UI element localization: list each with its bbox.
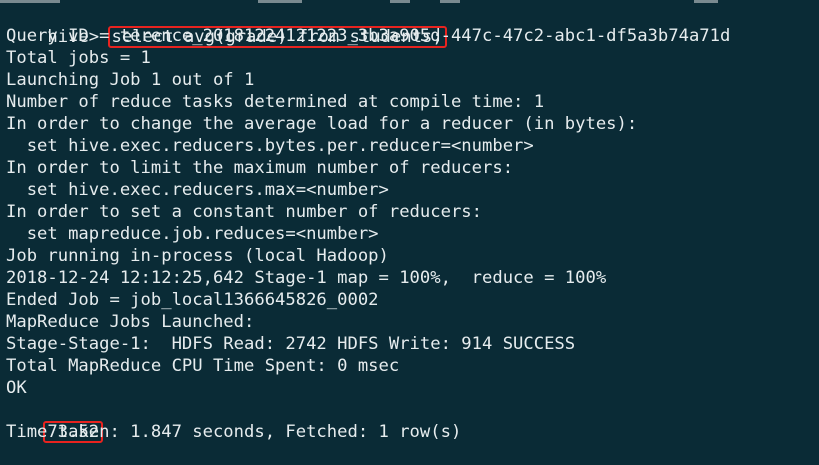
- result-line: 73.52: [4, 399, 104, 443]
- previous-output-remnant: [0, 0, 819, 3]
- output-line: In order to set a constant number of red…: [6, 202, 482, 222]
- output-line: Total MapReduce CPU Time Spent: 0 msec: [6, 356, 400, 376]
- output-line: In order to change the average load for …: [6, 114, 638, 134]
- footer-line: Time taken: 1.847 seconds, Fetched: 1 ro…: [6, 422, 462, 442]
- output-line: Ended Job = job_local1366645826_0002: [6, 290, 379, 310]
- output-line: Total jobs = 1: [6, 48, 151, 68]
- output-line: Job running in-process (local Hadoop): [6, 246, 389, 266]
- output-line: OK: [6, 378, 27, 398]
- output-line: set hive.exec.reducers.max=<number>: [6, 180, 389, 200]
- output-line: set mapreduce.job.reduces=<number>: [6, 224, 379, 244]
- output-line: MapReduce Jobs Launched:: [6, 312, 255, 332]
- output-line: set hive.exec.reducers.bytes.per.reducer…: [6, 136, 534, 156]
- prompt-line: hive> select avg(grade) from students;: [6, 4, 447, 48]
- output-line: Number of reduce tasks determined at com…: [6, 92, 545, 112]
- output-line: Query ID = terence_20181224121223_3b3a90…: [6, 26, 731, 46]
- output-line: 2018-12-24 12:12:25,642 Stage-1 map = 10…: [6, 268, 607, 288]
- output-line: Stage-Stage-1: HDFS Read: 2742 HDFS Writ…: [6, 334, 576, 354]
- output-line: In order to limit the maximum number of …: [6, 158, 514, 178]
- output-line: Launching Job 1 out of 1: [6, 70, 255, 90]
- terminal-window[interactable]: hive> select avg(grade) from students; Q…: [0, 0, 819, 444]
